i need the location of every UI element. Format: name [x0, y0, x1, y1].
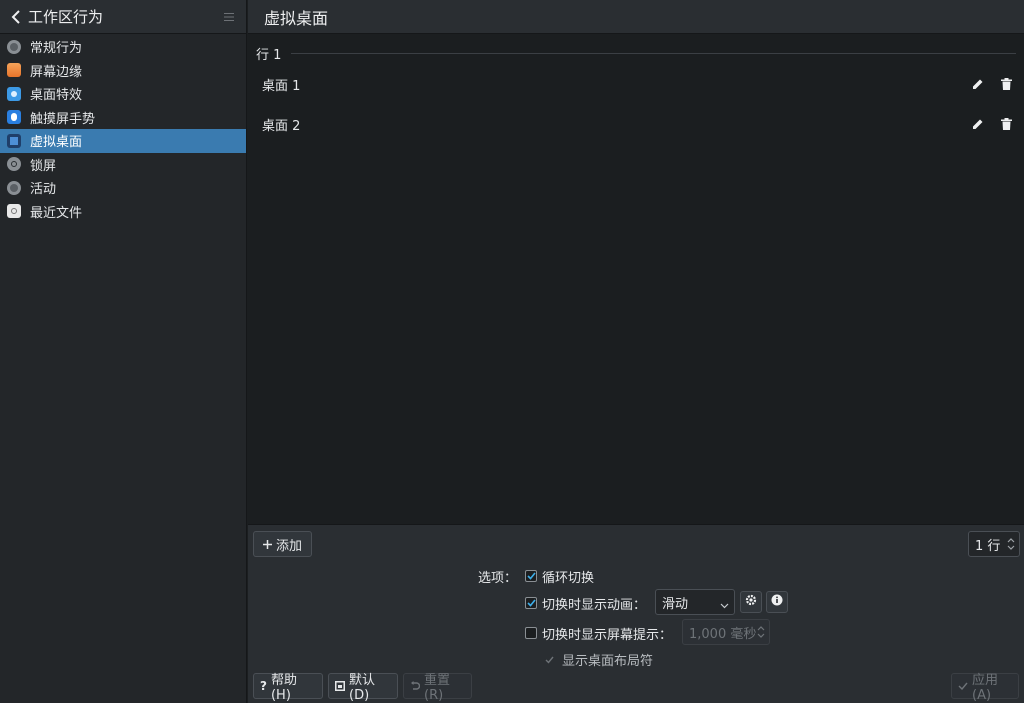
spin-arrows-icon[interactable]	[1007, 537, 1015, 551]
desktop-name: 桌面 1	[262, 78, 301, 94]
help-button[interactable]: ? 帮助(H)	[253, 673, 323, 703]
sidebar: 工作区行为 常规行为 屏幕边缘 桌面特效 触摸屏手势 虚拟桌面 锁屏 活动 最近…	[0, 0, 247, 703]
list-item[interactable]: 桌面 2	[248, 104, 1024, 144]
wrap-checkbox[interactable]	[525, 570, 537, 582]
add-button[interactable]: 添加	[253, 531, 312, 557]
list-item[interactable]: 桌面 1	[248, 64, 1024, 104]
wrap-label: 循环切换	[542, 571, 595, 586]
osd-label: 切换时显示屏幕提示：	[542, 628, 673, 643]
sidebar-item-recent-files[interactable]: 最近文件	[0, 200, 246, 224]
desktop-name: 桌面 2	[262, 118, 301, 134]
sidebar-item-activities[interactable]: 活动	[0, 176, 246, 200]
screen-edges-icon	[7, 63, 21, 78]
rows-value: 1 行	[975, 538, 1001, 554]
reset-button-label: 重置(R)	[424, 673, 451, 703]
sidebar-item-touch-gestures[interactable]: 触摸屏手势	[0, 106, 246, 130]
undo-icon	[410, 681, 420, 691]
desktop-list-area: 行 1 桌面 1 桌面 2	[248, 34, 1024, 524]
page-title: 虚拟桌面	[264, 8, 329, 28]
checkmark-icon	[545, 653, 554, 668]
osd-duration-value: 1,000 毫秒	[689, 626, 757, 642]
plus-icon	[262, 539, 272, 549]
sidebar-item-label: 锁屏	[30, 158, 57, 174]
page-header: 虚拟桌面	[248, 0, 1024, 34]
reset-button[interactable]: 重置(R)	[403, 673, 472, 703]
checkmark-icon	[958, 682, 968, 690]
osd-checkbox[interactable]	[525, 627, 537, 639]
row-divider	[291, 53, 1016, 54]
defaults-button[interactable]: 默认(D)	[328, 673, 398, 703]
edit-icon[interactable]	[968, 74, 988, 94]
sidebar-item-general-behavior[interactable]: 常规行为	[0, 35, 246, 59]
animation-checkbox[interactable]	[525, 597, 537, 609]
sidebar-item-screen-edges[interactable]: 屏幕边缘	[0, 59, 246, 83]
sidebar-title: 工作区行为	[28, 8, 104, 26]
sidebar-item-screen-lock[interactable]: 锁屏	[0, 153, 246, 177]
apply-button[interactable]: 应用(A)	[951, 673, 1019, 703]
sidebar-item-label: 桌面特效	[30, 88, 83, 104]
sidebar-item-label: 常规行为	[30, 41, 83, 57]
rows-spinbox[interactable]: 1 行	[968, 531, 1020, 557]
help-button-label: 帮助(H)	[270, 673, 297, 703]
chevron-down-icon	[720, 598, 729, 613]
options-panel: 添加 1 行 选项： 循环切换 切换时显示动画： 滑动 切换时显示屏幕提示： 1…	[248, 524, 1024, 703]
edit-icon[interactable]	[968, 114, 988, 134]
osd-duration-spinbox[interactable]: 1,000 毫秒	[682, 619, 770, 645]
screen-lock-icon	[7, 157, 21, 172]
defaults-button-label: 默认(D)	[349, 673, 376, 703]
hamburger-menu-icon[interactable]	[222, 10, 236, 24]
spin-arrows-icon	[757, 625, 765, 639]
add-button-label: 添加	[275, 538, 302, 554]
recent-files-icon	[7, 204, 21, 219]
defaults-icon	[335, 681, 345, 691]
general-behavior-icon	[7, 39, 21, 54]
animation-settings-button[interactable]	[740, 591, 762, 613]
info-icon	[771, 594, 783, 610]
sidebar-item-label: 触摸屏手势	[30, 111, 96, 127]
gear-icon	[745, 594, 757, 610]
animation-info-button[interactable]	[766, 591, 788, 613]
sidebar-item-virtual-desktops[interactable]: 虚拟桌面	[0, 129, 246, 153]
sidebar-item-label: 活动	[30, 182, 57, 198]
animation-value: 滑动	[662, 596, 689, 612]
row-header: 行 1	[256, 44, 1016, 63]
back-icon[interactable]	[8, 9, 24, 25]
touch-gestures-icon	[7, 110, 21, 125]
options-label: 选项：	[478, 571, 518, 586]
sidebar-list: 常规行为 屏幕边缘 桌面特效 触摸屏手势 虚拟桌面 锁屏 活动 最近文件	[0, 34, 246, 223]
sidebar-item-label: 虚拟桌面	[30, 135, 83, 151]
help-icon: ?	[260, 679, 267, 693]
virtual-desktops-icon	[7, 133, 21, 148]
sidebar-item-label: 屏幕边缘	[30, 64, 83, 80]
layout-indicator-label: 显示桌面布局符	[562, 654, 654, 669]
sidebar-item-desktop-effects[interactable]: 桌面特效	[0, 82, 246, 106]
activities-icon	[7, 180, 21, 195]
desktop-effects-icon	[7, 86, 21, 101]
animation-select[interactable]: 滑动	[655, 589, 735, 615]
delete-icon[interactable]	[996, 74, 1016, 94]
delete-icon[interactable]	[996, 114, 1016, 134]
animation-label: 切换时显示动画：	[542, 598, 647, 613]
row-label: 行 1	[256, 48, 282, 63]
sidebar-header: 工作区行为	[0, 0, 246, 34]
sidebar-item-label: 最近文件	[30, 205, 83, 221]
apply-button-label: 应用(A)	[972, 673, 999, 703]
